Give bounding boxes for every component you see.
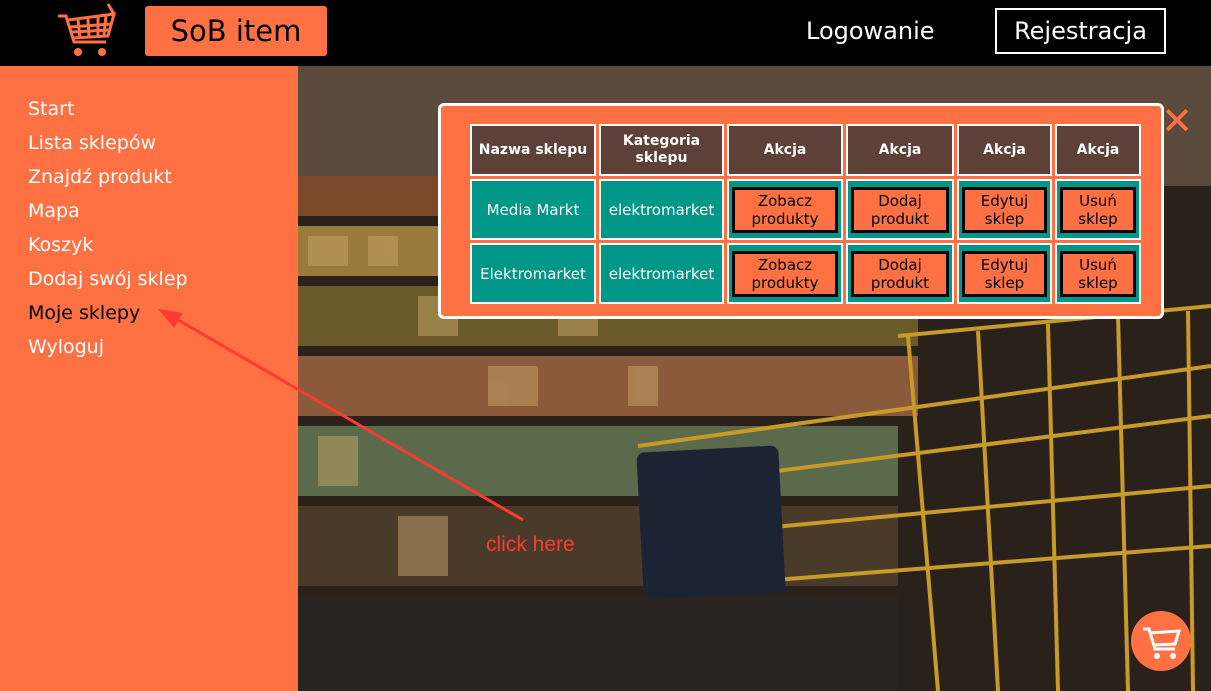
- shop-name-cell: Elektromarket: [470, 243, 596, 304]
- table-header-row: Nazwa sklepu Kategoria sklepu Akcja Akcj…: [470, 124, 1141, 176]
- sidebar-item-start[interactable]: Start: [28, 92, 188, 126]
- shop-category-cell: elektromarket: [599, 179, 724, 240]
- view-products-button[interactable]: Zobacz produkty: [732, 186, 838, 233]
- action-cell: Dodaj produkt: [846, 243, 954, 304]
- sidebar-item-koszyk[interactable]: Koszyk: [28, 228, 188, 262]
- table-row: Elektromarket elektromarket Zobacz produ…: [470, 243, 1141, 304]
- sidebar-item-lista-sklepow[interactable]: Lista sklepów: [28, 126, 188, 160]
- login-link[interactable]: Logowanie: [806, 14, 935, 48]
- sidebar: Start Lista sklepów Znajdź produkt Mapa …: [0, 66, 298, 691]
- sidebar-item-moje-sklepy[interactable]: Moje sklepy: [28, 296, 188, 330]
- edit-shop-button[interactable]: Edytuj sklep: [962, 250, 1047, 297]
- add-product-button[interactable]: Dodaj produkt: [851, 186, 949, 233]
- action-cell: Zobacz produkty: [727, 243, 843, 304]
- floating-cart-button[interactable]: [1131, 611, 1191, 671]
- column-header-action-2: Akcja: [846, 124, 954, 176]
- view-products-button[interactable]: Zobacz produkty: [732, 250, 838, 297]
- sidebar-item-mapa[interactable]: Mapa: [28, 194, 188, 228]
- register-button[interactable]: Rejestracja: [995, 8, 1166, 54]
- sidebar-menu: Start Lista sklepów Znajdź produkt Mapa …: [28, 92, 188, 364]
- edit-shop-button[interactable]: Edytuj sklep: [962, 186, 1047, 233]
- column-header-action-1: Akcja: [727, 124, 843, 176]
- close-icon[interactable]: ✕: [1160, 102, 1194, 140]
- top-bar: SoB item Logowanie Rejestracja: [0, 0, 1211, 66]
- column-header-name: Nazwa sklepu: [470, 124, 596, 176]
- add-product-button[interactable]: Dodaj produkt: [851, 250, 949, 297]
- action-cell: Edytuj sklep: [957, 179, 1052, 240]
- shopping-cart-icon[interactable]: [56, 2, 118, 60]
- annotation-label: click here: [486, 533, 575, 556]
- action-cell: Usuń sklep: [1055, 243, 1141, 304]
- shop-name-cell: Media Markt: [470, 179, 596, 240]
- column-header-category: Kategoria sklepu: [599, 124, 724, 176]
- action-cell: Edytuj sklep: [957, 243, 1052, 304]
- column-header-action-3: Akcja: [957, 124, 1052, 176]
- delete-shop-button[interactable]: Usuń sklep: [1060, 186, 1136, 233]
- sidebar-item-wyloguj[interactable]: Wyloguj: [28, 330, 188, 364]
- delete-shop-button[interactable]: Usuń sklep: [1060, 250, 1136, 297]
- action-cell: Zobacz produkty: [727, 179, 843, 240]
- shop-category-cell: elektromarket: [599, 243, 724, 304]
- column-header-action-4: Akcja: [1055, 124, 1141, 176]
- table-row: Media Markt elektromarket Zobacz produkt…: [470, 179, 1141, 240]
- action-cell: Usuń sklep: [1055, 179, 1141, 240]
- brand-button[interactable]: SoB item: [145, 6, 327, 56]
- sidebar-item-znajdz-produkt[interactable]: Znajdź produkt: [28, 160, 188, 194]
- shops-table: Nazwa sklepu Kategoria sklepu Akcja Akcj…: [467, 121, 1144, 307]
- cart-icon: [1143, 627, 1182, 659]
- action-cell: Dodaj produkt: [846, 179, 954, 240]
- sidebar-item-dodaj-sklep[interactable]: Dodaj swój sklep: [28, 262, 188, 296]
